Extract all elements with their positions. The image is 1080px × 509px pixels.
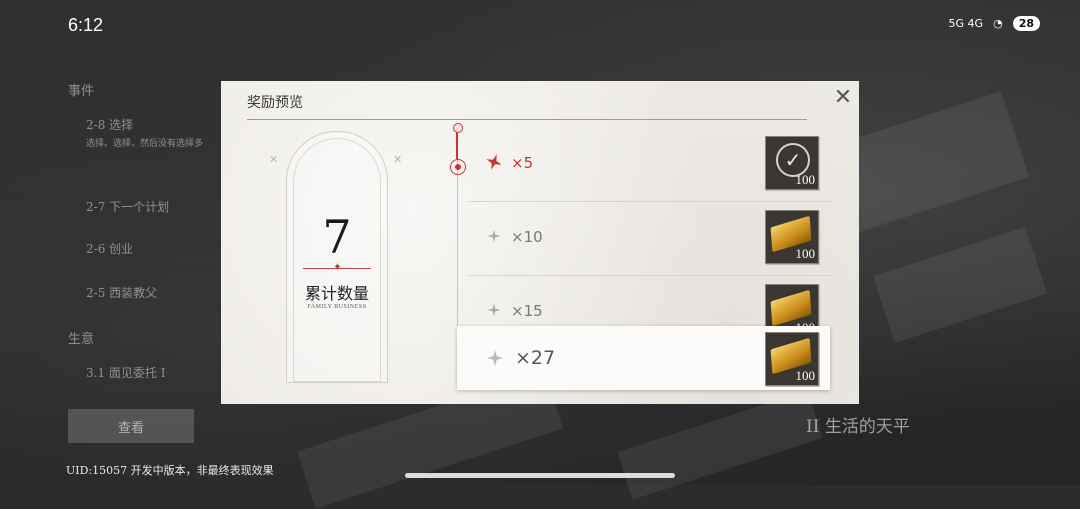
reward-row: ×5 ✓ 100 bbox=[469, 129, 831, 202]
network-indicator: 5G 4G bbox=[948, 17, 984, 30]
reward-threshold: ×10 bbox=[511, 228, 543, 246]
menu-item: 2-8 选择 bbox=[86, 118, 134, 132]
reward-threshold: ×15 bbox=[511, 302, 543, 320]
menu-item: 3.1 面见委托 I bbox=[86, 366, 166, 380]
chapter-label: II 生活的天平 bbox=[806, 417, 910, 437]
reward-threshold: ×5 bbox=[511, 154, 534, 172]
menu-item: 2-5 西装教父 bbox=[86, 286, 158, 300]
star-icon bbox=[486, 154, 502, 170]
timeline-current-marker bbox=[450, 159, 466, 175]
diamond-icon: ✦ bbox=[333, 262, 342, 273]
view-button[interactable]: 查看 bbox=[68, 409, 194, 443]
decor-cross-icon: ✕ bbox=[393, 153, 403, 166]
menu-item-desc: 选择。选择，然后没有选择多 bbox=[86, 139, 204, 149]
timeline-start-node bbox=[453, 123, 463, 133]
close-icon[interactable]: ✕ bbox=[831, 87, 855, 111]
menu-section-events: 事件 bbox=[68, 84, 95, 99]
status-time: 6:12 bbox=[68, 15, 104, 35]
menu-item: 2-7 下一个计划 bbox=[86, 200, 170, 214]
star-icon bbox=[487, 303, 501, 317]
reward-item[interactable]: 100 bbox=[765, 332, 819, 386]
dialog-title: 奖励预览 bbox=[247, 95, 303, 111]
reward-item[interactable]: 100 bbox=[765, 210, 819, 264]
reward-row: ×10 100 bbox=[469, 203, 831, 276]
final-reward-row[interactable]: ×27 100 bbox=[457, 326, 830, 390]
count-subtitle: FAMILY BUSINESS bbox=[307, 304, 367, 310]
title-divider bbox=[247, 119, 807, 120]
battery-indicator: 28 bbox=[1012, 16, 1040, 31]
wifi-icon: ◔ bbox=[993, 17, 1003, 30]
uid-text: UID:15057 开发中版本，非最终表现效果 bbox=[66, 464, 274, 477]
reward-quantity: 100 bbox=[795, 246, 816, 261]
decor-cross-icon: ✕ bbox=[269, 153, 279, 166]
home-indicator[interactable] bbox=[405, 473, 675, 478]
status-bar: 6:12 5G 4G ◔ 28 bbox=[0, 0, 1080, 52]
star-icon bbox=[487, 229, 501, 243]
reward-quantity: 100 bbox=[795, 368, 816, 383]
timeline-progress bbox=[456, 129, 458, 159]
cumulative-count: 7 bbox=[322, 210, 352, 264]
menu-item: 2-6 创业 bbox=[86, 242, 134, 256]
reward-quantity: 100 bbox=[795, 172, 816, 187]
reward-item[interactable]: ✓ 100 bbox=[765, 136, 819, 190]
menu-section-business: 生意 bbox=[68, 332, 95, 347]
star-icon bbox=[487, 350, 503, 366]
final-reward-threshold: ×27 bbox=[515, 347, 556, 369]
count-label: 累计数量 bbox=[304, 284, 369, 303]
count-arch: 7 ✦ 累计数量 FAMILY BUSINESS bbox=[286, 131, 388, 383]
